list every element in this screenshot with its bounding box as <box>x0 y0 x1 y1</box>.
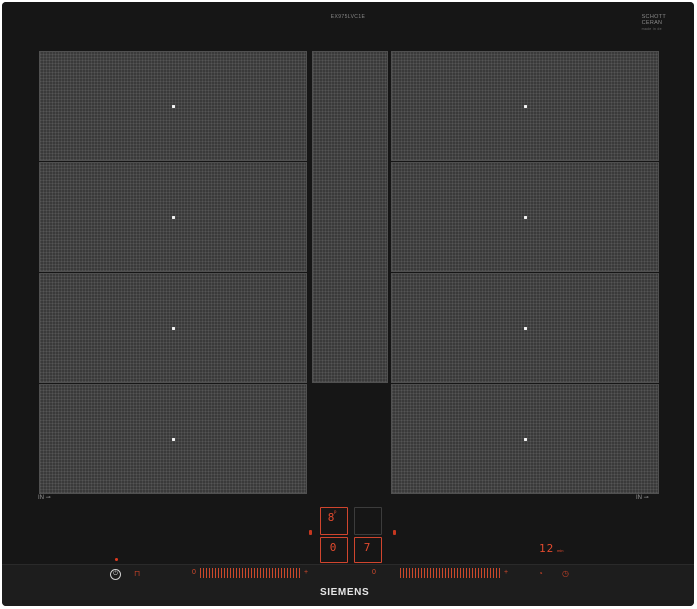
timer-unit: min <box>557 548 564 553</box>
zone-center-marker <box>523 215 527 219</box>
right-slider-min[interactable]: 0 <box>372 569 376 577</box>
left-slider-max[interactable]: + <box>304 569 308 577</box>
glass-surface: EX975LVC1E SCHOTT CERAN made in de IN ⊸ … <box>2 2 694 564</box>
brand-logo: SIEMENS <box>320 587 370 598</box>
induction-label-right: IN ⊸ <box>636 494 649 501</box>
zone-display-right-value: 7 <box>363 541 371 554</box>
zone-center-marker <box>523 104 527 108</box>
induction-label-left: IN ⊸ <box>38 494 51 501</box>
cooking-zone-right-1[interactable] <box>391 51 659 161</box>
right-power-slider[interactable] <box>400 568 502 578</box>
model-label: EX975LVC1E <box>330 14 366 20</box>
zone-indicator-left <box>309 530 312 535</box>
lock-button[interactable]: ⊓ <box>134 569 140 578</box>
zone-center-marker <box>171 437 175 441</box>
cooking-zone-middle[interactable] <box>312 51 388 383</box>
power-icon: ⏻ <box>113 571 118 577</box>
zone-center-marker <box>171 215 175 219</box>
secondary-display <box>354 507 382 535</box>
control-panel <box>2 564 694 606</box>
left-power-slider[interactable] <box>200 568 302 578</box>
power-button[interactable]: ⏻ <box>110 569 121 580</box>
glass-brand-small: made in de <box>641 27 662 31</box>
zone-center-marker <box>171 104 175 108</box>
lock-icon: ⊓ <box>134 569 141 578</box>
power-level-sub: P <box>334 510 337 515</box>
left-slider-min[interactable]: 0 <box>192 569 196 577</box>
clock-icon: ◷ <box>562 569 569 578</box>
cooking-zone-right-2[interactable] <box>391 162 659 272</box>
induction-coil-icon: ⊸ <box>45 495 51 501</box>
induction-coil-icon: ⊸ <box>643 495 649 501</box>
induction-text: IN <box>38 495 44 501</box>
zone-center-marker <box>523 326 527 330</box>
induction-text: IN <box>636 495 642 501</box>
cooking-zone-left-4[interactable] <box>39 384 307 494</box>
glass-brand-logo: SCHOTT CERAN made in de <box>642 14 666 32</box>
timer-display: 12 <box>539 542 555 555</box>
zone-indicator-right <box>393 530 396 535</box>
power-indicator-light <box>115 558 118 561</box>
timer-icon: ◔ <box>538 569 543 578</box>
zone-center-marker <box>171 326 175 330</box>
zone-center-marker <box>523 437 527 441</box>
zone-display-left-value: 0 <box>329 541 337 554</box>
clock-button[interactable]: ◷ <box>562 569 569 578</box>
timer-button[interactable]: ◔ <box>538 569 543 578</box>
cooking-zone-right-3[interactable] <box>391 273 659 383</box>
cooking-zone-right-4[interactable] <box>391 384 659 494</box>
right-slider-max[interactable]: + <box>504 569 508 577</box>
cooking-zone-left-2[interactable] <box>39 162 307 272</box>
cooking-zone-left-1[interactable] <box>39 51 307 161</box>
cooktop: EX975LVC1E SCHOTT CERAN made in de IN ⊸ … <box>2 2 694 606</box>
cooking-zone-left-3[interactable] <box>39 273 307 383</box>
